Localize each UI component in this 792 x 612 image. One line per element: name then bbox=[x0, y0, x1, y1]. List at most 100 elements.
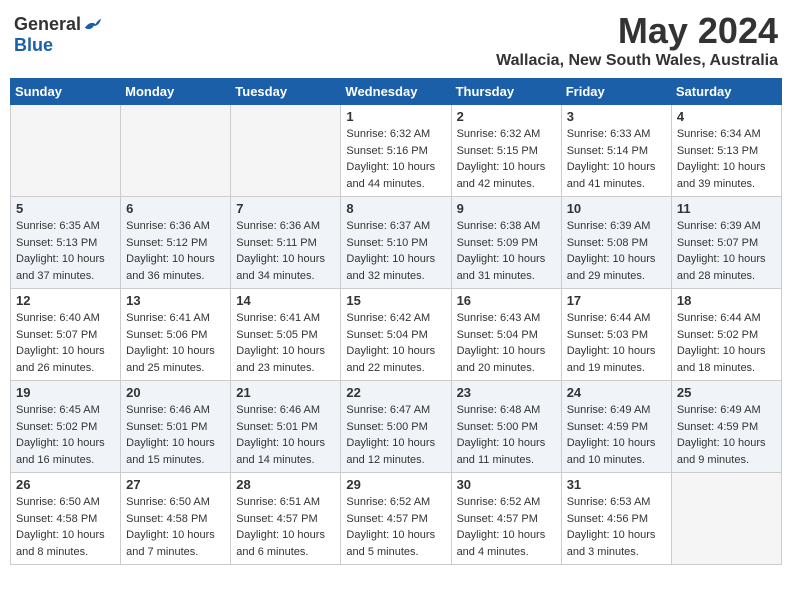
day-info: Sunrise: 6:40 AMSunset: 5:07 PMDaylight:… bbox=[16, 310, 115, 376]
calendar-week-row: 1 Sunrise: 6:32 AMSunset: 5:16 PMDaylight… bbox=[11, 105, 782, 197]
calendar-cell: 28Sunrise: 6:51 AMSunset: 4:57 PMDayligh… bbox=[231, 473, 341, 565]
calendar-cell: 9 Sunrise: 6:38 AMSunset: 5:09 PMDaylight… bbox=[451, 197, 561, 289]
calendar-week-row: 26Sunrise: 6:50 AMSunset: 4:58 PMDayligh… bbox=[11, 473, 782, 565]
calendar-cell bbox=[231, 105, 341, 197]
day-number: 10 bbox=[567, 201, 666, 216]
calendar-cell: 24Sunrise: 6:49 AMSunset: 4:59 PMDayligh… bbox=[561, 381, 671, 473]
day-info: Sunrise: 6:44 AMSunset: 5:02 PMDaylight:… bbox=[677, 310, 776, 376]
calendar-cell: 19 Sunrise: 6:45 AMSunset: 5:02 PMDayligh… bbox=[11, 381, 121, 473]
calendar-cell: 6 Sunrise: 6:36 AMSunset: 5:12 PMDaylight… bbox=[121, 197, 231, 289]
calendar-header-saturday: Saturday bbox=[671, 79, 781, 105]
day-info: Sunrise: 6:36 AMSunset: 5:12 PMDaylight:… bbox=[126, 218, 225, 284]
calendar-cell: 22Sunrise: 6:47 AMSunset: 5:00 PMDayligh… bbox=[341, 381, 451, 473]
day-info: Sunrise: 6:51 AMSunset: 4:57 PMDaylight:… bbox=[236, 494, 335, 560]
calendar-table: SundayMondayTuesdayWednesdayThursdayFrid… bbox=[10, 78, 782, 565]
day-info: Sunrise: 6:53 AMSunset: 4:56 PMDaylight:… bbox=[567, 494, 666, 560]
day-info: Sunrise: 6:37 AMSunset: 5:10 PMDaylight:… bbox=[346, 218, 445, 284]
calendar-cell: 26Sunrise: 6:50 AMSunset: 4:58 PMDayligh… bbox=[11, 473, 121, 565]
day-info: Sunrise: 6:38 AMSunset: 5:09 PMDaylight:… bbox=[457, 218, 556, 284]
day-number: 12 bbox=[16, 293, 115, 308]
calendar-week-row: 19 Sunrise: 6:45 AMSunset: 5:02 PMDayligh… bbox=[11, 381, 782, 473]
calendar-cell: 5Sunrise: 6:35 AMSunset: 5:13 PMDaylight… bbox=[11, 197, 121, 289]
day-number: 18 bbox=[677, 293, 776, 308]
day-number: 1 bbox=[346, 109, 445, 124]
day-info: Sunrise: 6:52 AMSunset: 4:57 PMDaylight:… bbox=[457, 494, 556, 560]
logo-general: General bbox=[14, 14, 81, 35]
day-info: Sunrise: 6:41 AMSunset: 5:05 PMDaylight:… bbox=[236, 310, 335, 376]
calendar-cell: 29 Sunrise: 6:52 AMSunset: 4:57 PMDayligh… bbox=[341, 473, 451, 565]
day-info: Sunrise: 6:35 AMSunset: 5:13 PMDaylight:… bbox=[16, 218, 115, 284]
logo-bird-icon bbox=[83, 18, 101, 32]
day-number: 29 bbox=[346, 477, 445, 492]
day-info: Sunrise: 6:48 AMSunset: 5:00 PMDaylight:… bbox=[457, 402, 556, 468]
calendar-cell: 1 Sunrise: 6:32 AMSunset: 5:16 PMDaylight… bbox=[341, 105, 451, 197]
day-info: Sunrise: 6:49 AMSunset: 4:59 PMDaylight:… bbox=[677, 402, 776, 468]
calendar-cell: 25 Sunrise: 6:49 AMSunset: 4:59 PMDayligh… bbox=[671, 381, 781, 473]
calendar-cell: 18 Sunrise: 6:44 AMSunset: 5:02 PMDayligh… bbox=[671, 289, 781, 381]
day-number: 6 bbox=[126, 201, 225, 216]
logo: General Blue bbox=[14, 10, 101, 56]
calendar-cell: 12 Sunrise: 6:40 AMSunset: 5:07 PMDayligh… bbox=[11, 289, 121, 381]
day-number: 8 bbox=[346, 201, 445, 216]
calendar-cell: 31 Sunrise: 6:53 AMSunset: 4:56 PMDayligh… bbox=[561, 473, 671, 565]
day-number: 9 bbox=[457, 201, 556, 216]
day-info: Sunrise: 6:39 AMSunset: 5:08 PMDaylight:… bbox=[567, 218, 666, 284]
day-number: 23 bbox=[457, 385, 556, 400]
calendar-header-friday: Friday bbox=[561, 79, 671, 105]
location-title: Wallacia, New South Wales, Australia bbox=[496, 52, 778, 70]
calendar-cell: 16 Sunrise: 6:43 AMSunset: 5:04 PMDayligh… bbox=[451, 289, 561, 381]
calendar-cell bbox=[671, 473, 781, 565]
day-info: Sunrise: 6:49 AMSunset: 4:59 PMDaylight:… bbox=[567, 402, 666, 468]
day-info: Sunrise: 6:50 AMSunset: 4:58 PMDaylight:… bbox=[126, 494, 225, 560]
calendar-cell: 3Sunrise: 6:33 AMSunset: 5:14 PMDaylight… bbox=[561, 105, 671, 197]
day-info: Sunrise: 6:46 AMSunset: 5:01 PMDaylight:… bbox=[126, 402, 225, 468]
day-number: 14 bbox=[236, 293, 335, 308]
day-info: Sunrise: 6:32 AMSunset: 5:15 PMDaylight:… bbox=[457, 126, 556, 192]
header: General Blue May 2024 Wallacia, New Sout… bbox=[10, 10, 782, 70]
day-number: 13 bbox=[126, 293, 225, 308]
day-info: Sunrise: 6:42 AMSunset: 5:04 PMDaylight:… bbox=[346, 310, 445, 376]
calendar-cell: 4Sunrise: 6:34 AMSunset: 5:13 PMDaylight… bbox=[671, 105, 781, 197]
day-info: Sunrise: 6:50 AMSunset: 4:58 PMDaylight:… bbox=[16, 494, 115, 560]
day-number: 30 bbox=[457, 477, 556, 492]
day-info: Sunrise: 6:36 AMSunset: 5:11 PMDaylight:… bbox=[236, 218, 335, 284]
day-number: 27 bbox=[126, 477, 225, 492]
day-info: Sunrise: 6:46 AMSunset: 5:01 PMDaylight:… bbox=[236, 402, 335, 468]
calendar-header-row: SundayMondayTuesdayWednesdayThursdayFrid… bbox=[11, 79, 782, 105]
calendar-header-sunday: Sunday bbox=[11, 79, 121, 105]
day-number: 25 bbox=[677, 385, 776, 400]
day-number: 3 bbox=[567, 109, 666, 124]
calendar-cell: 20 Sunrise: 6:46 AMSunset: 5:01 PMDayligh… bbox=[121, 381, 231, 473]
calendar-cell: 27 Sunrise: 6:50 AMSunset: 4:58 PMDayligh… bbox=[121, 473, 231, 565]
day-number: 16 bbox=[457, 293, 556, 308]
day-number: 19 bbox=[16, 385, 115, 400]
calendar-cell: 14 Sunrise: 6:41 AMSunset: 5:05 PMDayligh… bbox=[231, 289, 341, 381]
day-info: Sunrise: 6:52 AMSunset: 4:57 PMDaylight:… bbox=[346, 494, 445, 560]
day-info: Sunrise: 6:39 AMSunset: 5:07 PMDaylight:… bbox=[677, 218, 776, 284]
calendar-cell: 17 Sunrise: 6:44 AMSunset: 5:03 PMDayligh… bbox=[561, 289, 671, 381]
calendar-header-thursday: Thursday bbox=[451, 79, 561, 105]
day-info: Sunrise: 6:43 AMSunset: 5:04 PMDaylight:… bbox=[457, 310, 556, 376]
day-number: 31 bbox=[567, 477, 666, 492]
title-area: May 2024 Wallacia, New South Wales, Aust… bbox=[496, 10, 778, 70]
day-info: Sunrise: 6:45 AMSunset: 5:02 PMDaylight:… bbox=[16, 402, 115, 468]
day-number: 20 bbox=[126, 385, 225, 400]
day-number: 4 bbox=[677, 109, 776, 124]
day-info: Sunrise: 6:44 AMSunset: 5:03 PMDaylight:… bbox=[567, 310, 666, 376]
calendar-cell: 21 Sunrise: 6:46 AMSunset: 5:01 PMDayligh… bbox=[231, 381, 341, 473]
calendar-cell: 10 Sunrise: 6:39 AMSunset: 5:08 PMDayligh… bbox=[561, 197, 671, 289]
day-number: 17 bbox=[567, 293, 666, 308]
day-number: 21 bbox=[236, 385, 335, 400]
calendar-cell: 2Sunrise: 6:32 AMSunset: 5:15 PMDaylight… bbox=[451, 105, 561, 197]
calendar-week-row: 5Sunrise: 6:35 AMSunset: 5:13 PMDaylight… bbox=[11, 197, 782, 289]
calendar-cell: 23 Sunrise: 6:48 AMSunset: 5:00 PMDayligh… bbox=[451, 381, 561, 473]
day-info: Sunrise: 6:32 AMSunset: 5:16 PMDaylight:… bbox=[346, 126, 445, 192]
calendar-header-wednesday: Wednesday bbox=[341, 79, 451, 105]
month-title: May 2024 bbox=[496, 10, 778, 52]
day-info: Sunrise: 6:41 AMSunset: 5:06 PMDaylight:… bbox=[126, 310, 225, 376]
calendar-cell: 11Sunrise: 6:39 AMSunset: 5:07 PMDayligh… bbox=[671, 197, 781, 289]
day-number: 15 bbox=[346, 293, 445, 308]
calendar-cell bbox=[11, 105, 121, 197]
calendar-cell: 7Sunrise: 6:36 AMSunset: 5:11 PMDaylight… bbox=[231, 197, 341, 289]
logo-blue: Blue bbox=[14, 35, 53, 56]
